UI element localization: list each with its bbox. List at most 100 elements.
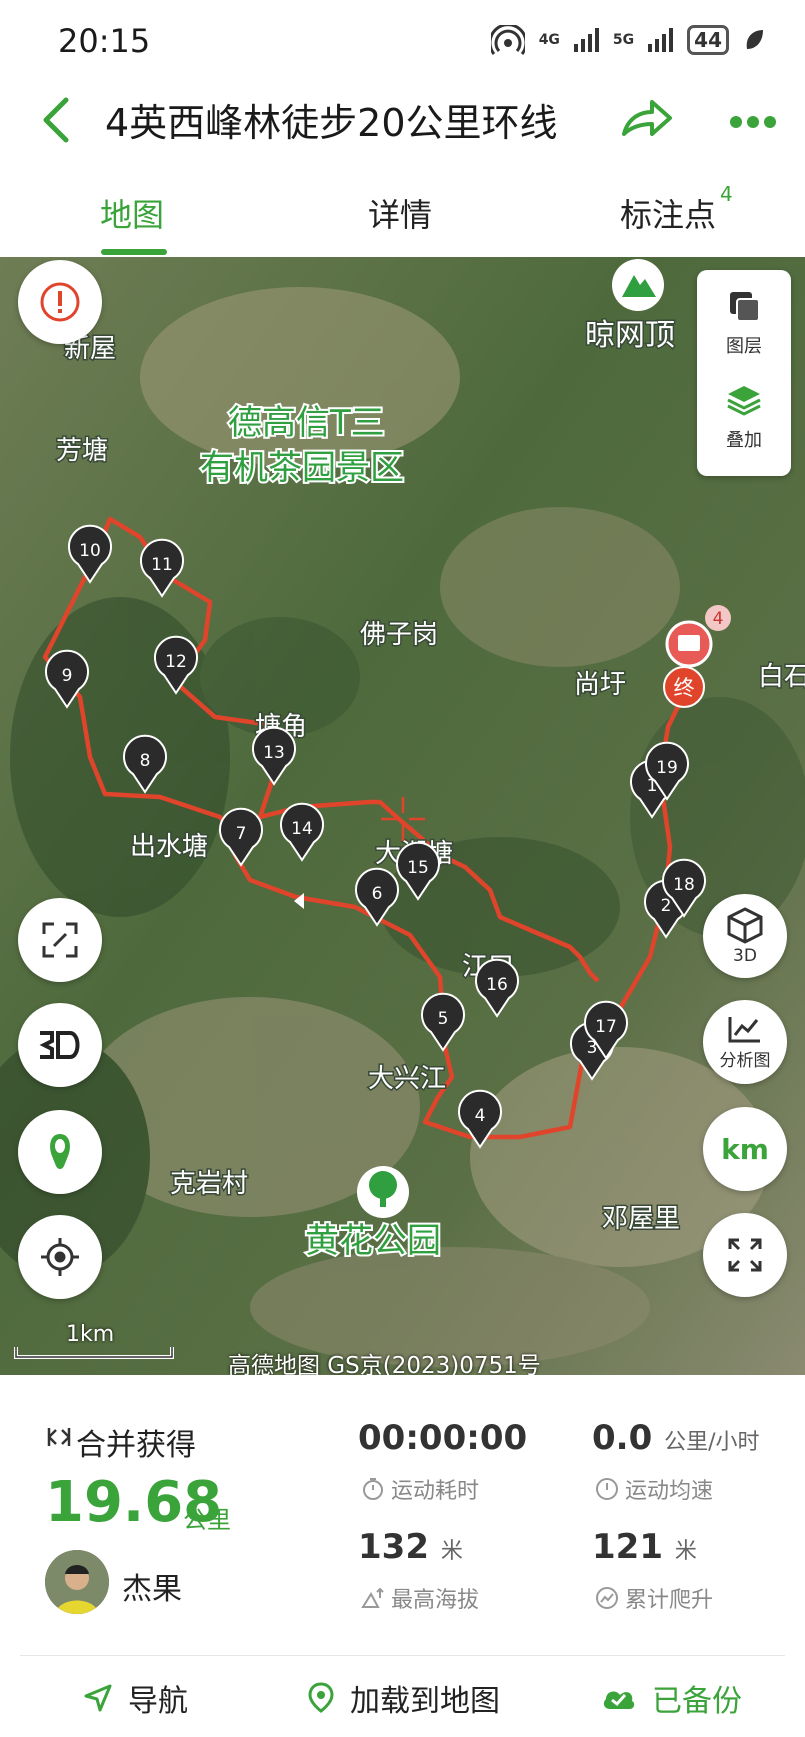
peak-altitude-icon bbox=[361, 1587, 384, 1608]
waypoint-pin-label: 17 bbox=[595, 1017, 617, 1037]
waypoint-pin-label: 10 bbox=[79, 541, 101, 561]
fit-bounds-icon bbox=[42, 922, 78, 958]
locate-me-button[interactable] bbox=[18, 1215, 102, 1299]
waypoint-pin-label: 18 bbox=[673, 875, 695, 895]
merged-label: 合并获得 bbox=[76, 1428, 196, 1463]
waypoint-pin-label: 12 bbox=[165, 652, 187, 672]
duration-caption-text: 运动耗时 bbox=[391, 1479, 480, 1504]
navigate-label: 导航 bbox=[128, 1684, 188, 1719]
layers-label: 图层 bbox=[726, 336, 762, 357]
backed-up-button[interactable]: 已备份 bbox=[600, 1676, 742, 1720]
place-label: 大兴江 bbox=[368, 1064, 446, 1094]
waypoint-pin-label: 5 bbox=[438, 1009, 449, 1029]
place-label: 德高信T三 bbox=[228, 403, 385, 443]
footprint-button[interactable] bbox=[18, 1110, 102, 1194]
speed-caption: 运动均速 bbox=[595, 1473, 713, 1505]
backed-up-label: 已备份 bbox=[652, 1684, 742, 1719]
active-tab-indicator bbox=[101, 249, 167, 255]
user-name[interactable]: 杰果 bbox=[122, 1564, 182, 1608]
cube-icon bbox=[727, 907, 763, 944]
tab-map[interactable]: 地图 bbox=[100, 190, 164, 236]
duration-value: 00:00:00 bbox=[358, 1418, 528, 1458]
climb-unit: 米 bbox=[674, 1539, 697, 1564]
climb-value: 121 bbox=[592, 1527, 663, 1567]
3d-text-icon bbox=[39, 1031, 80, 1059]
fullscreen-icon bbox=[728, 1238, 762, 1272]
divider bbox=[20, 1655, 785, 1656]
end-marker[interactable]: 终 bbox=[663, 666, 705, 708]
hotspot-icon bbox=[490, 25, 525, 55]
tab-details[interactable]: 详情 bbox=[368, 190, 432, 236]
place-label: 芳塘 bbox=[56, 436, 108, 466]
tab-markers[interactable]: 标注点 bbox=[620, 190, 716, 236]
avatar[interactable] bbox=[45, 1550, 109, 1614]
layer-panel: 图层 叠加 bbox=[697, 270, 791, 476]
place-label: 尚圩 bbox=[574, 670, 626, 700]
navigate-button[interactable]: 导航 bbox=[82, 1676, 188, 1720]
analysis-chart-label: 分析图 bbox=[719, 1050, 771, 1071]
place-label: 出水塘 bbox=[130, 832, 208, 862]
waypoint-pin-label: 15 bbox=[407, 858, 429, 878]
park-tree-icon[interactable] bbox=[357, 1166, 409, 1218]
analysis-chart-button[interactable]: 分析图 bbox=[703, 1000, 787, 1084]
more-options-icon[interactable] bbox=[728, 112, 778, 132]
fullscreen-button[interactable] bbox=[703, 1213, 787, 1297]
place-label: 邓屋里 bbox=[602, 1204, 680, 1234]
overlay-stack-icon bbox=[727, 386, 761, 416]
layers-icon bbox=[730, 292, 760, 322]
waypoint-pin-label: 6 bbox=[372, 884, 383, 904]
satellite-map[interactable]: 新屋 芳塘 德高信T三 有机茶园景区 晾网顶 佛子岗 尚圩 白石 塘角 出水塘 … bbox=[0, 257, 805, 1375]
unit-toggle-button[interactable]: km bbox=[703, 1107, 787, 1191]
overlay-label: 叠加 bbox=[726, 430, 762, 451]
speed-icon bbox=[596, 1478, 618, 1500]
waypoint-pin-label: 4 bbox=[475, 1106, 486, 1126]
place-label: 有机茶园景区 bbox=[200, 448, 404, 488]
waypoint-pin-label: 7 bbox=[236, 824, 247, 844]
speed-caption-text: 运动均速 bbox=[625, 1479, 714, 1504]
status-time: 20:15 bbox=[58, 22, 151, 60]
speed-value-row: 0.0 公里/小时 bbox=[592, 1418, 760, 1458]
load-to-map-button[interactable]: 加载到地图 bbox=[306, 1676, 500, 1720]
speed-unit: 公里/小时 bbox=[664, 1430, 760, 1455]
waypoint-pin-label: 16 bbox=[486, 975, 508, 995]
map-3d-toggle-button[interactable] bbox=[18, 1003, 102, 1087]
alert-button[interactable] bbox=[18, 260, 102, 344]
waypoint-pin-label: 8 bbox=[140, 751, 151, 771]
system-icons: 4G 5G 44 bbox=[490, 22, 765, 58]
place-label: 克岩村 bbox=[170, 1169, 248, 1199]
battery-icon: 44 bbox=[687, 25, 729, 55]
stopwatch-icon bbox=[363, 1478, 383, 1500]
overlay-button[interactable]: 叠加 bbox=[697, 370, 791, 470]
max-altitude-caption-text: 最高海拔 bbox=[391, 1588, 480, 1613]
alert-icon bbox=[40, 282, 80, 322]
duration-caption: 运动耗时 bbox=[361, 1473, 479, 1505]
leaf-icon bbox=[746, 30, 763, 49]
max-altitude-unit: 米 bbox=[440, 1539, 463, 1564]
status-bar: 20:15 4G 5G 44 bbox=[0, 0, 805, 80]
max-altitude-caption: 最高海拔 bbox=[361, 1582, 479, 1614]
place-label: 佛子岗 bbox=[360, 620, 438, 650]
view-3d-button[interactable]: 3D bbox=[703, 894, 787, 978]
footprint-icon bbox=[50, 1134, 70, 1169]
line-chart-icon bbox=[728, 1016, 760, 1042]
share-icon[interactable] bbox=[616, 90, 676, 150]
map-view[interactable]: 新屋 芳塘 德高信T三 有机茶园景区 晾网顶 佛子岗 尚圩 白石 塘角 出水塘 … bbox=[0, 257, 805, 1375]
waypoint-pin-label: 9 bbox=[62, 666, 73, 686]
signal-bars-icon bbox=[573, 28, 599, 52]
max-altitude-row: 132 米 bbox=[358, 1527, 463, 1567]
locate-icon bbox=[41, 1238, 79, 1276]
navigation-arrow-icon bbox=[84, 1684, 112, 1712]
network-type-4g: 4G bbox=[538, 32, 560, 48]
view-3d-label: 3D bbox=[733, 946, 757, 966]
mountain-peak-icon[interactable] bbox=[612, 259, 664, 311]
user-avatar-image bbox=[45, 1550, 109, 1614]
waypoint-pin-label: 13 bbox=[263, 743, 285, 763]
max-altitude-value: 132 bbox=[358, 1527, 429, 1567]
photo-count: 4 bbox=[713, 609, 724, 629]
layers-button[interactable]: 图层 bbox=[697, 270, 791, 370]
back-arrow-icon[interactable] bbox=[30, 90, 90, 150]
place-label: 晾网顶 bbox=[585, 318, 675, 353]
climb-row: 121 米 bbox=[592, 1527, 697, 1567]
waypoint-pin-label: 11 bbox=[151, 555, 173, 575]
fit-route-button[interactable] bbox=[18, 898, 102, 982]
